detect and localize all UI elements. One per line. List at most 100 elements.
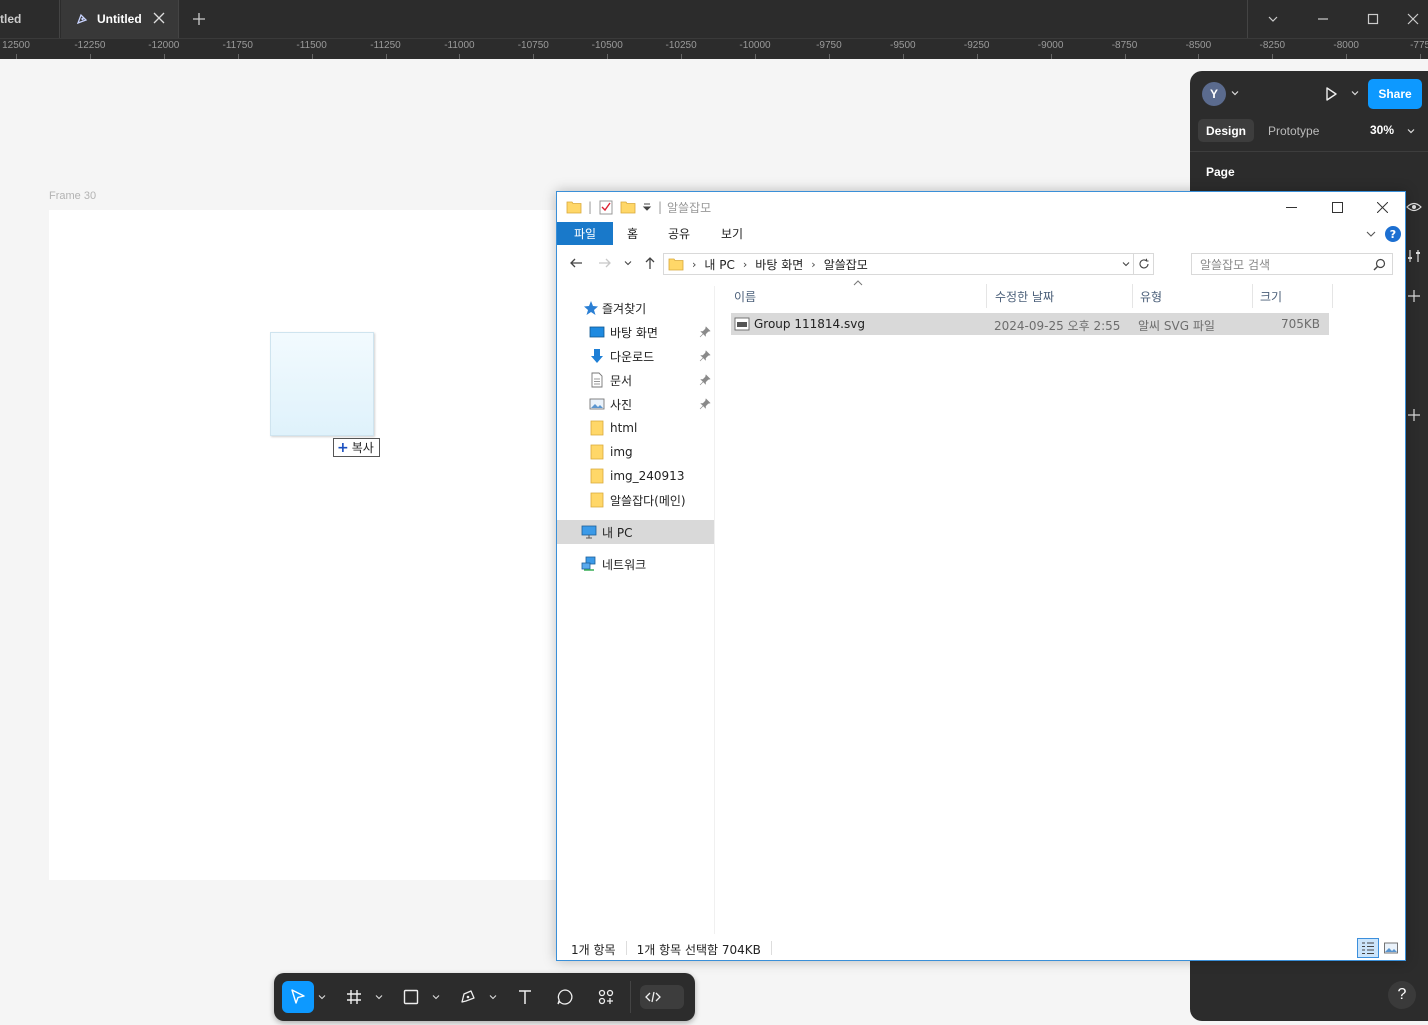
tree-item-img-240913[interactable]: img_240913 [557,464,714,488]
ruler-tick-label: -10250 [665,40,697,51]
folder-icon [590,492,604,508]
ruler-tick-mark [1124,54,1126,59]
minimize-button[interactable] [1298,0,1348,38]
chevron-down-icon[interactable] [1230,88,1240,98]
divider: | [658,200,663,214]
customize-dropdown-icon[interactable] [642,202,652,212]
explorer-maximize-button[interactable] [1314,192,1360,222]
ribbon-tab-share[interactable]: 공유 [668,222,690,245]
pen-icon [461,990,475,1003]
breadcrumb-current-folder[interactable]: 알쓸잡모 [824,256,868,273]
tab-prototype[interactable]: Prototype [1260,119,1327,142]
ruler-tick-label: -11250 [370,40,401,51]
frame-label[interactable]: Frame 30 [49,190,96,202]
tree-item-quick-access[interactable]: 즐겨찾기 [557,296,714,320]
chevron-down-icon[interactable] [432,993,440,1001]
column-header-label: 수정한 날짜 [995,289,1055,304]
column-header-modified[interactable]: 수정한 날짜 [988,284,1133,308]
recent-locations-chevron-icon[interactable] [623,258,633,268]
ribbon-tab-file[interactable]: 파일 [557,222,613,245]
search-input[interactable]: 알쓸잡모 검색 [1191,253,1393,275]
help-button[interactable]: ? [1388,981,1416,1009]
comment-tool-button[interactable] [549,981,581,1013]
zoom-level[interactable]: 30% [1370,123,1394,137]
explorer-close-button[interactable] [1359,192,1405,222]
expand-ribbon-chevron-icon[interactable] [1365,228,1377,240]
tree-item-network[interactable]: 네트워크 [557,552,714,576]
ruler-tick-mark [755,54,756,59]
close-window-button[interactable] [1398,0,1428,38]
tree-item-downloads[interactable]: 다운로드 [557,344,714,368]
frame-tool-button[interactable] [338,981,370,1013]
eye-icon[interactable] [1406,199,1422,215]
dev-mode-toggle[interactable] [640,985,684,1009]
close-tab-icon[interactable] [152,11,166,25]
refresh-button[interactable] [1134,253,1154,275]
breadcrumb-this-pc[interactable]: 내 PC [704,256,734,273]
chevron-down-icon[interactable] [489,993,497,1001]
actions-tool-button[interactable] [590,981,622,1013]
tree-item-pictures[interactable]: 사진 [557,392,714,416]
tree-item-documents[interactable]: 문서 [557,368,714,392]
download-arrow-icon [591,349,603,363]
address-dropdown-icon[interactable] [1121,259,1131,269]
figma-top-bar: tled Untitled [0,0,1428,38]
tab-previous-file[interactable]: tled [0,0,60,38]
pen-tool-button[interactable] [452,981,484,1013]
chevron-down-icon[interactable] [1350,88,1360,98]
text-tool-button[interactable] [509,981,541,1013]
ribbon-tab-home[interactable]: 홈 [627,222,638,245]
page-section-title: Page [1206,165,1235,179]
tree-item-this-pc[interactable]: 내 PC [557,520,714,544]
tree-item-html[interactable]: html [557,416,714,440]
tab-untitled[interactable]: Untitled [61,0,179,38]
share-button[interactable]: Share [1368,79,1422,109]
column-header-type[interactable]: 유형 [1133,284,1253,308]
ruler-tick-mark [16,54,17,59]
ribbon-tab-view[interactable]: 보기 [721,222,743,245]
add-icon[interactable] [1406,288,1422,304]
breadcrumb-desktop[interactable]: 바탕 화면 [755,256,803,273]
large-icons-view-button[interactable] [1380,938,1402,958]
new-folder-icon[interactable] [620,199,636,215]
rectangle-icon [403,989,419,1005]
tree-item-main[interactable]: 알쓸잡다(메인) [557,488,714,512]
chevron-down-icon[interactable] [318,993,326,1001]
frame-30[interactable] [49,210,569,880]
status-bar: 1개 항목 1개 항목 선택함 704KB [571,941,782,958]
divider [1190,151,1428,152]
forward-arrow-icon[interactable] [597,255,613,271]
quick-access-toolbar: | | [566,199,662,215]
breadcrumb-separator-icon: › [742,257,748,271]
details-view-button[interactable] [1357,938,1379,958]
maximize-button[interactable] [1348,0,1398,38]
address-bar[interactable]: › 내 PC › 바탕 화면 › 알쓸잡모 [663,253,1134,275]
back-arrow-icon[interactable] [568,255,584,271]
avatar[interactable]: Y [1202,82,1226,106]
add-icon[interactable] [1406,407,1422,423]
column-header-size[interactable]: 크기 [1253,284,1333,308]
add-tab-icon[interactable] [190,10,208,28]
chevron-down-icon[interactable] [1406,126,1416,136]
folder-icon [668,258,684,271]
move-tool-button[interactable] [282,981,314,1013]
drag-copy-tooltip: + 복사 [333,438,380,457]
minimize-icon [1318,18,1328,20]
tab-design[interactable]: Design [1198,119,1255,142]
explorer-minimize-button[interactable] [1268,192,1314,222]
explorer-help-button[interactable]: ? [1385,226,1401,242]
ruler-tick-mark [459,54,461,59]
rectangle-tool-button[interactable] [395,981,427,1013]
up-arrow-icon[interactable] [642,255,658,271]
tree-item-desktop[interactable]: 바탕 화면 [557,320,714,344]
column-header-name[interactable]: 이름 [727,284,987,308]
properties-check-icon[interactable] [598,199,614,215]
table-row[interactable]: Group 111814.svg 2024-09-25 오후 2:55 알씨 S… [731,313,1329,335]
tree-item-img[interactable]: img [557,440,714,464]
tabs-dropdown-button[interactable] [1248,0,1298,38]
chevron-down-icon[interactable] [375,993,383,1001]
adjust-icon[interactable] [1406,248,1422,264]
column-header-label: 크기 [1260,289,1283,304]
ruler-tick-mark [976,54,978,59]
present-play-icon[interactable] [1322,85,1340,103]
